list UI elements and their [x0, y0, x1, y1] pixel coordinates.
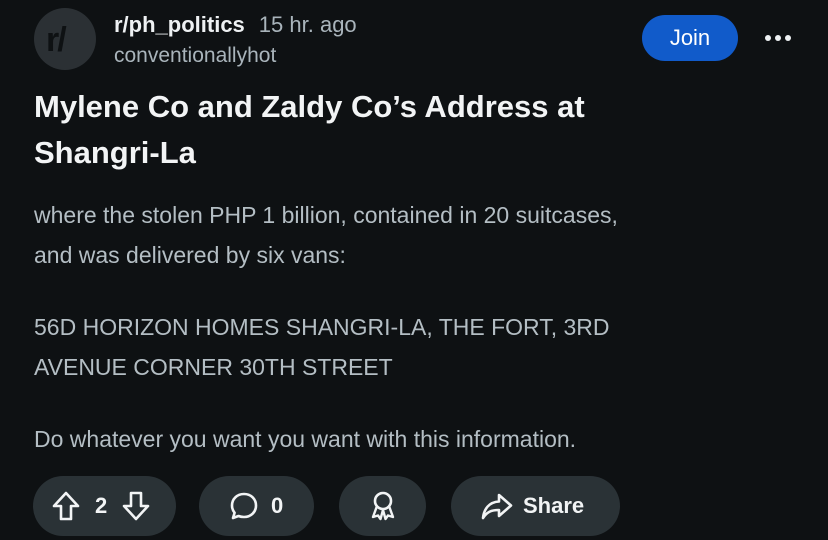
post-time: 15 hr. ago	[258, 12, 357, 37]
post-meta: r/ph_politics 15 hr. ago	[114, 12, 357, 38]
award-button[interactable]	[339, 476, 426, 536]
body-line: 56D HORIZON HOMES SHANGRI-LA, THE FORT, …	[34, 314, 610, 340]
upvote-arrow-icon	[52, 491, 80, 521]
avatar-glyph: r/	[46, 21, 67, 59]
downvote-arrow-icon	[122, 491, 150, 521]
comment-icon-wrap	[229, 491, 259, 521]
post-title-line: Shangri-La	[34, 135, 196, 170]
upvote-button[interactable]	[51, 490, 81, 522]
comments-button[interactable]: 0	[199, 476, 314, 536]
post-title[interactable]: Mylene Co and Zaldy Co’s Address at Shan…	[34, 84, 794, 176]
subreddit-link[interactable]: r/ph_politics	[114, 12, 245, 37]
downvote-button[interactable]	[121, 490, 151, 522]
body-line: where the stolen PHP 1 billion, containe…	[34, 202, 618, 228]
more-options-icon	[765, 35, 791, 41]
share-label: Share	[523, 493, 585, 518]
join-button[interactable]: Join	[642, 15, 738, 61]
vote-count: 2	[95, 493, 108, 518]
comment-bubble-icon	[230, 492, 258, 520]
more-options-button[interactable]	[762, 24, 794, 52]
vote-pill: 2	[33, 476, 176, 536]
award-ribbon-icon	[371, 491, 394, 521]
post-title-line: Mylene Co and Zaldy Co’s Address at	[34, 89, 585, 124]
body-line: Do whatever you want you want with this …	[34, 426, 577, 452]
post-body-paragraph: Do whatever you want you want with this …	[34, 419, 804, 459]
share-arrow-icon	[481, 493, 513, 520]
body-line: AVENUE CORNER 30TH STREET	[34, 354, 393, 380]
author-link[interactable]: conventionallyhot	[114, 44, 276, 68]
subreddit-avatar[interactable]: r/	[34, 8, 96, 70]
post-body-paragraph: where the stolen PHP 1 billion, containe…	[34, 195, 804, 275]
share-icon-wrap	[481, 492, 513, 520]
comment-count: 0	[271, 493, 284, 518]
post-action-bar: 2 0 Share	[0, 476, 828, 536]
share-button[interactable]: Share	[451, 476, 620, 536]
post-body-paragraph: 56D HORIZON HOMES SHANGRI-LA, THE FORT, …	[34, 307, 804, 387]
body-line: and was delivered by six vans:	[34, 242, 346, 268]
